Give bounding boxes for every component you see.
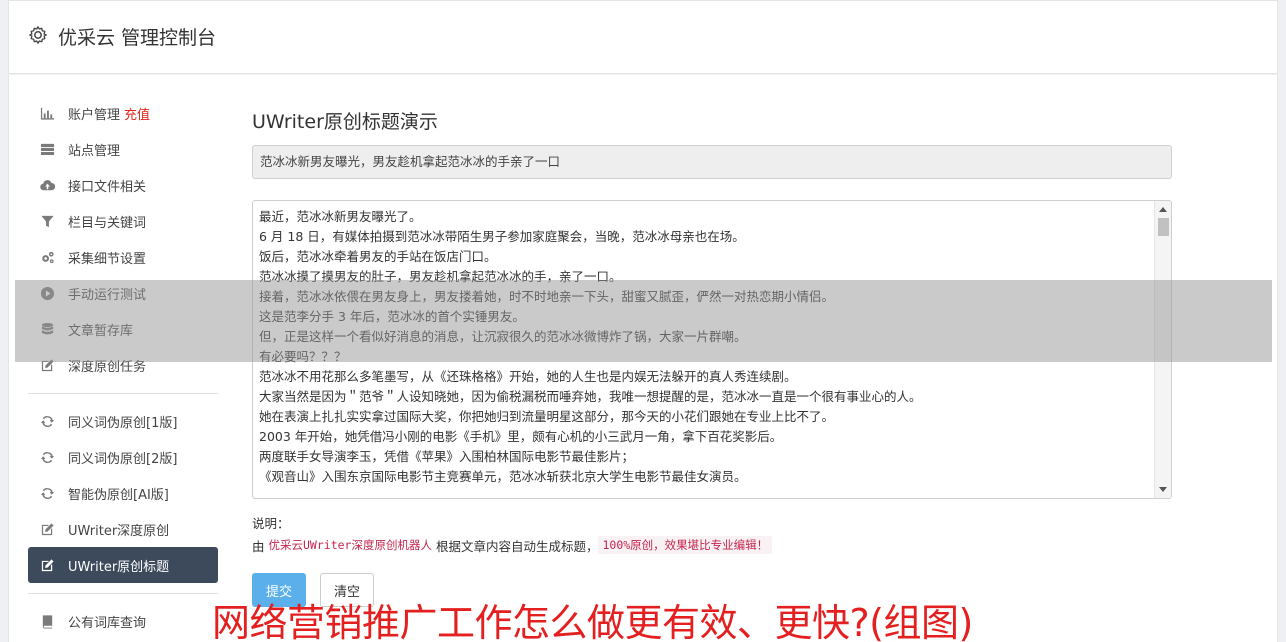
sidebar-item-label: 接口文件相关 xyxy=(68,179,147,195)
refresh-icon xyxy=(38,448,56,466)
sidebar-item-label: 账户管理 xyxy=(68,107,121,123)
sidebar-item-sites[interactable]: 站点管理 xyxy=(28,131,218,167)
generated-title-field[interactable]: 范冰冰新男友曝光，男友趁机拿起范冰冰的手亲了一口 xyxy=(252,145,1172,179)
sidebar-divider xyxy=(28,593,218,594)
note-prefix: 由 xyxy=(252,538,265,554)
content-line: 她在表演上扎扎实实拿过国际大奖，你把她归到流量明星这部分，那今天的小花们跟她在专… xyxy=(259,409,835,424)
gear-icon xyxy=(28,25,48,45)
content-line: 6 月 18 日，有媒体拍摄到范冰冰带陌生男子参加家庭聚会，当晚，范冰冰母亲也在… xyxy=(259,229,745,244)
content-line: 最近，范冰冰新男友曝光了。 xyxy=(259,209,422,224)
translucent-overlay-band xyxy=(15,280,1272,362)
sidebar-item-uwriter-deep[interactable]: UWriter深度原创 xyxy=(28,511,218,547)
scroll-down-arrow-icon[interactable] xyxy=(1159,487,1167,492)
sidebar-item-label: UWriter深度原创 xyxy=(68,523,170,539)
console-title: 优采云 管理控制台 xyxy=(58,27,217,49)
edit-icon xyxy=(38,520,56,538)
note-label: 说明： xyxy=(252,516,290,531)
page-title: UWriter原创标题演示 xyxy=(252,111,438,133)
book-icon xyxy=(38,612,56,630)
overlay-caption: 网络营销推广工作怎么做更有效、更快?(组图) xyxy=(212,601,973,642)
sidebar-item-label: 采集细节设置 xyxy=(68,251,147,267)
sidebar-item-account[interactable]: 账户管理 充值 xyxy=(28,95,218,131)
sidebar-divider xyxy=(28,393,218,394)
sidebar-item-label: UWriter原创标题 xyxy=(68,559,170,575)
sidebar-item-uwriter-title[interactable]: UWriter原创标题 xyxy=(28,547,218,583)
scroll-up-arrow-icon[interactable] xyxy=(1159,207,1167,212)
cloud-upload-icon xyxy=(38,176,56,194)
content-line: 《观音山》入围东京国际电影节主竞赛单元，范冰冰斩获北京大学生电影节最佳女演员。 xyxy=(259,469,747,484)
bar-chart-icon xyxy=(38,104,56,122)
cogs-icon xyxy=(38,248,56,266)
sidebar-item-interface-files[interactable]: 接口文件相关 xyxy=(28,167,218,203)
refresh-icon xyxy=(38,484,56,502)
sidebar-item-label: 同义词伪原创[2版] xyxy=(68,451,178,467)
sidebar-item-public-lexicon[interactable]: 公有词库查询 xyxy=(28,603,218,639)
sidebar-item-label: 站点管理 xyxy=(68,143,121,159)
sidebar-item-label: 智能伪原创[AI版] xyxy=(68,487,169,503)
sidebar-item-ai-rewrite[interactable]: 智能伪原创[AI版] xyxy=(28,475,218,511)
server-icon xyxy=(38,140,56,158)
sidebar-item-label: 栏目与关键词 xyxy=(68,215,147,231)
content-line: 大家当然是因为＂范爷＂人设知晓她，因为偷税漏税而唾弃她，我唯一想提醒的是，范冰冰… xyxy=(259,389,922,404)
sidebar: 账户管理 充值 站点管理 接口文件相关 栏目与关键词 采集细节设置 手动运行测试… xyxy=(28,95,218,639)
sidebar-item-label: 公有词库查询 xyxy=(68,615,147,631)
sidebar-item-label: 同义词伪原创[1版] xyxy=(68,415,178,431)
sidebar-item-synonym-v1[interactable]: 同义词伪原创[1版] xyxy=(28,403,218,439)
filter-icon xyxy=(38,212,56,230)
content-line: 饭后，范冰冰牵着男友的手站在饭店门口。 xyxy=(259,249,497,264)
sidebar-item-columns-keywords[interactable]: 栏目与关键词 xyxy=(28,203,218,239)
content-line: 范冰冰不用花那么多笔墨写，从《还珠格格》开始，她的人生也是内娱无法躲开的真人秀连… xyxy=(259,369,797,384)
sidebar-item-collect-settings[interactable]: 采集细节设置 xyxy=(28,239,218,275)
refresh-icon xyxy=(38,412,56,430)
console-header: 优采云 管理控制台 xyxy=(8,0,1278,74)
edit-icon xyxy=(38,556,56,574)
recharge-link[interactable]: 充值 xyxy=(124,104,150,123)
highlight-text: 100%原创，效果堪比专业编辑！ xyxy=(598,536,773,554)
sidebar-item-synonym-v2[interactable]: 同义词伪原创[2版] xyxy=(28,439,218,475)
note-text: 由 优采云UWriter深度原创机器人 根据文章内容自动生成标题， 100%原创… xyxy=(252,535,1172,555)
content-line: 2003 年开始，她凭借冯小刚的电影《手机》里，颇有心机的小三武月一角，拿下百花… xyxy=(259,429,783,444)
product-name: 优采云UWriter深度原创机器人 xyxy=(268,538,432,552)
scrollbar-thumb[interactable] xyxy=(1158,218,1169,236)
content-line: 两度联手女导演李玉，凭借《苹果》入围柏林国际电影节最佳影片； xyxy=(259,449,635,464)
note-middle: 根据文章内容自动生成标题， xyxy=(435,538,599,554)
